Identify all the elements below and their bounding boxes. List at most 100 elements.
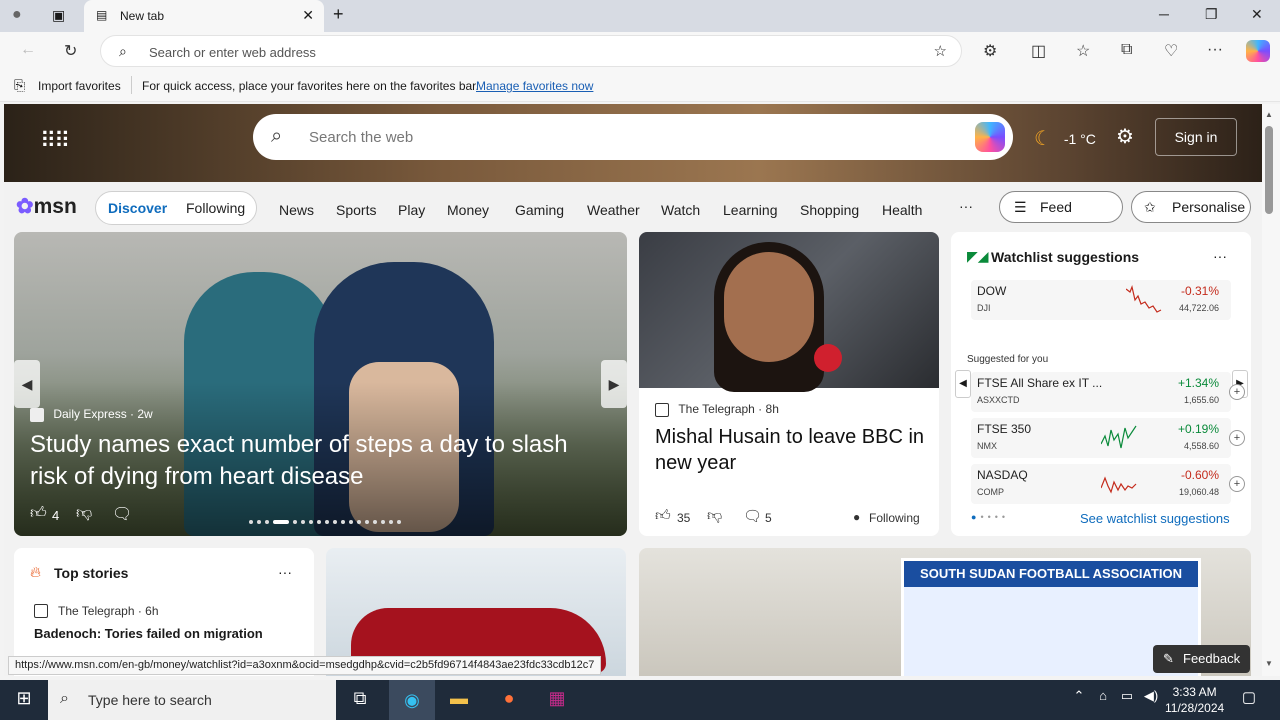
- nav-watch[interactable]: Watch: [661, 202, 700, 218]
- add-to-watchlist-button[interactable]: +: [1229, 430, 1245, 446]
- nav-gaming[interactable]: Gaming: [515, 202, 564, 218]
- weather-widget[interactable]: ☾ -1 °C: [1034, 126, 1096, 151]
- volume-icon[interactable]: ◀): [1138, 688, 1164, 712]
- tab-actions-icon[interactable]: ▣: [52, 7, 65, 24]
- scroll-down-icon[interactable]: ▼: [1265, 659, 1273, 668]
- tab-following[interactable]: Following: [186, 200, 245, 216]
- like-icon[interactable]: 👍︎: [30, 504, 47, 523]
- scroll-up-icon[interactable]: ▲: [1265, 110, 1273, 119]
- winrar-icon[interactable]: ▦: [544, 688, 570, 712]
- address-bar[interactable]: ⌕ Search or enter web address ☆: [100, 35, 962, 67]
- lead-story-card[interactable]: ◀ ▶ Daily Express · 2w Study names exact…: [14, 232, 627, 536]
- personalise-button[interactable]: ✩ Personalise: [1131, 191, 1251, 223]
- new-tab-icon[interactable]: +: [333, 4, 344, 25]
- copilot-icon[interactable]: [1246, 40, 1270, 62]
- nav-news[interactable]: News: [279, 202, 314, 218]
- nav-money[interactable]: Money: [447, 202, 489, 218]
- collections-icon[interactable]: ⧉: [1121, 41, 1132, 59]
- network-icon[interactable]: ▭: [1114, 688, 1140, 712]
- watchlist-title[interactable]: Watchlist suggestions: [991, 249, 1139, 265]
- story2-comment-icon[interactable]: 🗨︎: [743, 507, 762, 525]
- address-placeholder: Search or enter web address: [149, 45, 316, 60]
- back-icon[interactable]: ←: [20, 41, 36, 59]
- apps-grid-icon[interactable]: ⠿⠿: [40, 128, 70, 154]
- favorites-icon[interactable]: ☆: [1076, 41, 1090, 61]
- feed-layout-button[interactable]: ☰ Feed layout: [999, 191, 1123, 245]
- tab-new-tab[interactable]: ▤ New tab ✕: [84, 0, 324, 32]
- windows-start-icon[interactable]: ⊞: [11, 688, 37, 712]
- add-to-watchlist-button[interactable]: +: [1229, 384, 1245, 400]
- story-image: [639, 232, 939, 392]
- comment-icon[interactable]: 🗨︎: [112, 504, 132, 524]
- row-symbol: NMX: [977, 441, 997, 451]
- title-bar: ● ▣ ▤ New tab ✕ + ─ ❐ ✕: [0, 0, 1280, 32]
- tray-device-icon[interactable]: ⌂: [1090, 688, 1116, 712]
- watch-row-ftse350[interactable]: FTSE 350 NMX +0.19% 4,558.60 +: [971, 418, 1245, 458]
- watch-row-ftse-all[interactable]: FTSE All Share ex IT ... ASXXCTD +1.34% …: [971, 372, 1245, 412]
- top-stories-more-icon[interactable]: ···: [278, 564, 292, 580]
- copilot-search-icon[interactable]: [975, 122, 1005, 152]
- top-stories-title[interactable]: Top stories: [54, 565, 128, 581]
- top-story-headline[interactable]: Badenoch: Tories failed on migration: [34, 626, 263, 641]
- edge-icon[interactable]: ◉: [389, 680, 435, 720]
- see-watchlist-link[interactable]: See watchlist suggestions: [1080, 511, 1230, 526]
- row-name: FTSE 350: [977, 422, 1032, 436]
- nav-more[interactable]: ···: [959, 198, 973, 214]
- carousel-prev-button[interactable]: ◀: [14, 360, 40, 408]
- refresh-icon[interactable]: ↻: [64, 41, 77, 61]
- import-favorites-button[interactable]: Import favorites: [38, 79, 121, 93]
- file-explorer-icon[interactable]: ▬: [446, 688, 472, 712]
- nav-learning[interactable]: Learning: [723, 202, 778, 218]
- task-view-icon[interactable]: ⧉: [347, 688, 373, 712]
- story2-title[interactable]: Mishal Husain to leave BBC in new year: [655, 424, 925, 476]
- telegraph-small-icon: [34, 604, 48, 618]
- nav-play[interactable]: Play: [398, 202, 425, 218]
- notifications-icon[interactable]: ▢: [1236, 688, 1262, 712]
- nav-weather[interactable]: Weather: [587, 202, 640, 218]
- msn-logo[interactable]: ✿msn: [16, 194, 77, 219]
- watch-row-dow[interactable]: DOW DJI -0.31% 44,722.06: [971, 280, 1231, 320]
- tab-discover[interactable]: Discover: [108, 200, 167, 216]
- lead-source-name: Daily Express: [53, 407, 127, 421]
- nav-health[interactable]: Health: [882, 202, 922, 218]
- more-menu-icon[interactable]: ···: [1207, 41, 1223, 59]
- firefox-icon[interactable]: ●: [496, 688, 522, 712]
- profile-icon[interactable]: ●: [12, 6, 22, 24]
- dislike-icon[interactable]: 👎︎: [76, 504, 92, 523]
- favorite-star-icon[interactable]: ☆: [934, 42, 947, 60]
- watchlist-more-icon[interactable]: ···: [1213, 248, 1227, 264]
- msn-nav: ✿msn Discover Following News Sports Play…: [4, 182, 1262, 245]
- nav-shopping[interactable]: Shopping: [800, 202, 859, 218]
- close-tab-icon[interactable]: ✕: [302, 7, 314, 24]
- restore-icon[interactable]: ❐: [1205, 6, 1218, 23]
- web-search-box[interactable]: ⌕ Search the web: [253, 114, 1013, 160]
- taskbar-search[interactable]: ⌕ Type here to search: [48, 680, 336, 720]
- microphone-figure: [814, 344, 842, 372]
- scroll-thumb[interactable]: [1265, 126, 1273, 214]
- tray-chevron-icon[interactable]: ⌃: [1066, 688, 1092, 712]
- watch-prev-button[interactable]: ◀: [955, 370, 971, 398]
- moon-icon: ☾: [1034, 128, 1052, 150]
- feedback-button[interactable]: ✎ Feedback: [1153, 645, 1251, 673]
- page-scrollbar[interactable]: ▲ ▼: [1262, 104, 1280, 676]
- browser-essentials-icon[interactable]: ♡: [1164, 41, 1178, 61]
- sign-in-button[interactable]: Sign in: [1155, 118, 1237, 156]
- split-screen-icon[interactable]: ◫: [1031, 41, 1046, 61]
- taskbar-clock[interactable]: 3:33 AM 11/28/2024: [1165, 684, 1224, 716]
- add-to-watchlist-button[interactable]: +: [1229, 476, 1245, 492]
- top-story-source: The Telegraph · 6h: [58, 604, 159, 618]
- story-card-telegraph[interactable]: The Telegraph · 8h Mishal Husain to leav…: [639, 232, 939, 536]
- extensions-icon[interactable]: ⚙: [983, 41, 997, 61]
- story2-dislike-icon[interactable]: 👎︎: [707, 507, 722, 525]
- story2-following[interactable]: Following: [869, 511, 920, 525]
- manage-favorites-link[interactable]: Manage favorites now: [476, 79, 593, 93]
- minimize-icon[interactable]: ─: [1159, 6, 1169, 22]
- close-window-icon[interactable]: ✕: [1251, 6, 1263, 23]
- carousel-next-button[interactable]: ▶: [601, 360, 627, 408]
- favorites-bar: ⎘ Import favorites For quick access, pla…: [0, 70, 1280, 102]
- settings-gear-icon[interactable]: ⚙: [1116, 124, 1134, 149]
- story2-like-icon[interactable]: 👍︎: [655, 507, 671, 525]
- lead-title[interactable]: Study names exact number of steps a day …: [30, 429, 610, 493]
- watch-row-nasdaq[interactable]: NASDAQ COMP -0.60% 19,060.48 +: [971, 464, 1245, 504]
- nav-sports[interactable]: Sports: [336, 202, 376, 218]
